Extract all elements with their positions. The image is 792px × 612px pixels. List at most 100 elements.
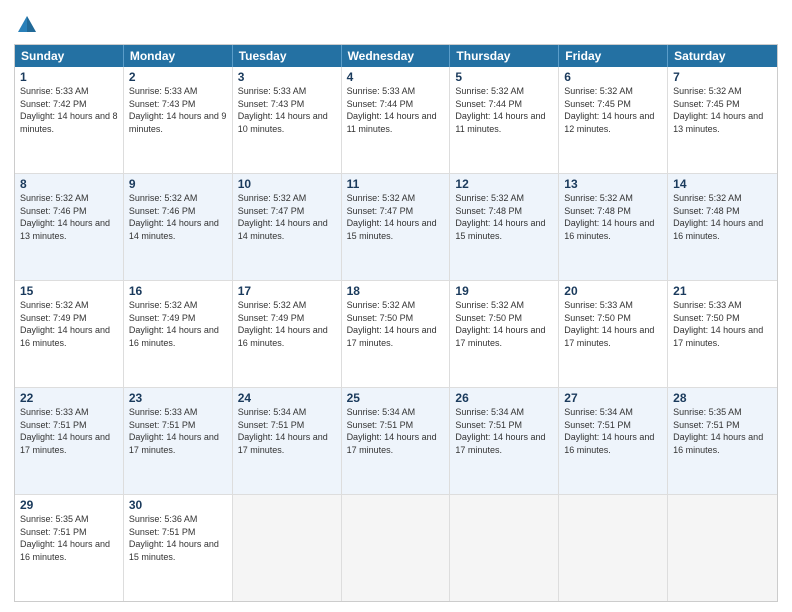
day-cell-29: 29 Sunrise: 5:35 AMSunset: 7:51 PMDaylig… xyxy=(15,495,124,601)
day-cell-30: 30 Sunrise: 5:36 AMSunset: 7:51 PMDaylig… xyxy=(124,495,233,601)
day-number: 14 xyxy=(673,177,772,191)
day-info: Sunrise: 5:33 AMSunset: 7:50 PMDaylight:… xyxy=(564,299,662,349)
day-number: 22 xyxy=(20,391,118,405)
day-cell-28: 28 Sunrise: 5:35 AMSunset: 7:51 PMDaylig… xyxy=(668,388,777,494)
logo xyxy=(14,14,38,36)
day-info: Sunrise: 5:33 AMSunset: 7:43 PMDaylight:… xyxy=(238,85,336,135)
day-info: Sunrise: 5:33 AMSunset: 7:43 PMDaylight:… xyxy=(129,85,227,135)
day-info: Sunrise: 5:32 AMSunset: 7:49 PMDaylight:… xyxy=(129,299,227,349)
page-header xyxy=(14,10,778,36)
day-info: Sunrise: 5:34 AMSunset: 7:51 PMDaylight:… xyxy=(455,406,553,456)
day-number: 2 xyxy=(129,70,227,84)
day-number: 23 xyxy=(129,391,227,405)
day-cell-22: 22 Sunrise: 5:33 AMSunset: 7:51 PMDaylig… xyxy=(15,388,124,494)
day-info: Sunrise: 5:33 AMSunset: 7:51 PMDaylight:… xyxy=(129,406,227,456)
day-number: 18 xyxy=(347,284,445,298)
day-info: Sunrise: 5:33 AMSunset: 7:50 PMDaylight:… xyxy=(673,299,772,349)
day-info: Sunrise: 5:32 AMSunset: 7:47 PMDaylight:… xyxy=(347,192,445,242)
day-number: 9 xyxy=(129,177,227,191)
calendar-row: 29 Sunrise: 5:35 AMSunset: 7:51 PMDaylig… xyxy=(15,495,777,601)
day-cell-2: 2 Sunrise: 5:33 AMSunset: 7:43 PMDayligh… xyxy=(124,67,233,173)
day-cell-5: 5 Sunrise: 5:32 AMSunset: 7:44 PMDayligh… xyxy=(450,67,559,173)
day-cell-1: 1 Sunrise: 5:33 AMSunset: 7:42 PMDayligh… xyxy=(15,67,124,173)
day-cell-6: 6 Sunrise: 5:32 AMSunset: 7:45 PMDayligh… xyxy=(559,67,668,173)
day-cell-25: 25 Sunrise: 5:34 AMSunset: 7:51 PMDaylig… xyxy=(342,388,451,494)
day-cell-3: 3 Sunrise: 5:33 AMSunset: 7:43 PMDayligh… xyxy=(233,67,342,173)
day-cell-9: 9 Sunrise: 5:32 AMSunset: 7:46 PMDayligh… xyxy=(124,174,233,280)
day-number: 19 xyxy=(455,284,553,298)
day-info: Sunrise: 5:32 AMSunset: 7:46 PMDaylight:… xyxy=(20,192,118,242)
day-number: 16 xyxy=(129,284,227,298)
day-number: 17 xyxy=(238,284,336,298)
day-cell-27: 27 Sunrise: 5:34 AMSunset: 7:51 PMDaylig… xyxy=(559,388,668,494)
day-cell-16: 16 Sunrise: 5:32 AMSunset: 7:49 PMDaylig… xyxy=(124,281,233,387)
day-info: Sunrise: 5:33 AMSunset: 7:44 PMDaylight:… xyxy=(347,85,445,135)
day-number: 1 xyxy=(20,70,118,84)
day-cell-21: 21 Sunrise: 5:33 AMSunset: 7:50 PMDaylig… xyxy=(668,281,777,387)
day-info: Sunrise: 5:32 AMSunset: 7:50 PMDaylight:… xyxy=(347,299,445,349)
day-info: Sunrise: 5:32 AMSunset: 7:45 PMDaylight:… xyxy=(564,85,662,135)
header-cell-tuesday: Tuesday xyxy=(233,45,342,67)
day-cell-10: 10 Sunrise: 5:32 AMSunset: 7:47 PMDaylig… xyxy=(233,174,342,280)
logo-icon xyxy=(16,14,38,36)
day-number: 30 xyxy=(129,498,227,512)
day-cell-15: 15 Sunrise: 5:32 AMSunset: 7:49 PMDaylig… xyxy=(15,281,124,387)
day-number: 20 xyxy=(564,284,662,298)
day-cell-24: 24 Sunrise: 5:34 AMSunset: 7:51 PMDaylig… xyxy=(233,388,342,494)
header-cell-wednesday: Wednesday xyxy=(342,45,451,67)
day-info: Sunrise: 5:32 AMSunset: 7:47 PMDaylight:… xyxy=(238,192,336,242)
day-number: 28 xyxy=(673,391,772,405)
day-cell-4: 4 Sunrise: 5:33 AMSunset: 7:44 PMDayligh… xyxy=(342,67,451,173)
day-info: Sunrise: 5:32 AMSunset: 7:50 PMDaylight:… xyxy=(455,299,553,349)
empty-cell xyxy=(559,495,668,601)
calendar-row: 8 Sunrise: 5:32 AMSunset: 7:46 PMDayligh… xyxy=(15,174,777,281)
day-info: Sunrise: 5:35 AMSunset: 7:51 PMDaylight:… xyxy=(20,513,118,563)
empty-cell xyxy=(450,495,559,601)
day-info: Sunrise: 5:32 AMSunset: 7:49 PMDaylight:… xyxy=(238,299,336,349)
calendar-row: 22 Sunrise: 5:33 AMSunset: 7:51 PMDaylig… xyxy=(15,388,777,495)
day-number: 7 xyxy=(673,70,772,84)
day-info: Sunrise: 5:33 AMSunset: 7:51 PMDaylight:… xyxy=(20,406,118,456)
empty-cell xyxy=(668,495,777,601)
day-cell-12: 12 Sunrise: 5:32 AMSunset: 7:48 PMDaylig… xyxy=(450,174,559,280)
header-cell-saturday: Saturday xyxy=(668,45,777,67)
day-number: 27 xyxy=(564,391,662,405)
calendar-header: SundayMondayTuesdayWednesdayThursdayFrid… xyxy=(15,45,777,67)
day-info: Sunrise: 5:34 AMSunset: 7:51 PMDaylight:… xyxy=(238,406,336,456)
day-info: Sunrise: 5:32 AMSunset: 7:45 PMDaylight:… xyxy=(673,85,772,135)
day-cell-11: 11 Sunrise: 5:32 AMSunset: 7:47 PMDaylig… xyxy=(342,174,451,280)
day-cell-7: 7 Sunrise: 5:32 AMSunset: 7:45 PMDayligh… xyxy=(668,67,777,173)
day-cell-18: 18 Sunrise: 5:32 AMSunset: 7:50 PMDaylig… xyxy=(342,281,451,387)
day-info: Sunrise: 5:34 AMSunset: 7:51 PMDaylight:… xyxy=(564,406,662,456)
calendar-body: 1 Sunrise: 5:33 AMSunset: 7:42 PMDayligh… xyxy=(15,67,777,601)
calendar-row: 15 Sunrise: 5:32 AMSunset: 7:49 PMDaylig… xyxy=(15,281,777,388)
day-number: 26 xyxy=(455,391,553,405)
day-number: 3 xyxy=(238,70,336,84)
day-info: Sunrise: 5:36 AMSunset: 7:51 PMDaylight:… xyxy=(129,513,227,563)
day-number: 5 xyxy=(455,70,553,84)
day-number: 11 xyxy=(347,177,445,191)
day-cell-17: 17 Sunrise: 5:32 AMSunset: 7:49 PMDaylig… xyxy=(233,281,342,387)
day-info: Sunrise: 5:32 AMSunset: 7:46 PMDaylight:… xyxy=(129,192,227,242)
day-cell-8: 8 Sunrise: 5:32 AMSunset: 7:46 PMDayligh… xyxy=(15,174,124,280)
day-cell-13: 13 Sunrise: 5:32 AMSunset: 7:48 PMDaylig… xyxy=(559,174,668,280)
calendar-row: 1 Sunrise: 5:33 AMSunset: 7:42 PMDayligh… xyxy=(15,67,777,174)
day-info: Sunrise: 5:35 AMSunset: 7:51 PMDaylight:… xyxy=(673,406,772,456)
header-cell-thursday: Thursday xyxy=(450,45,559,67)
day-number: 6 xyxy=(564,70,662,84)
day-info: Sunrise: 5:32 AMSunset: 7:48 PMDaylight:… xyxy=(564,192,662,242)
day-info: Sunrise: 5:32 AMSunset: 7:49 PMDaylight:… xyxy=(20,299,118,349)
day-number: 29 xyxy=(20,498,118,512)
calendar: SundayMondayTuesdayWednesdayThursdayFrid… xyxy=(14,44,778,602)
day-cell-20: 20 Sunrise: 5:33 AMSunset: 7:50 PMDaylig… xyxy=(559,281,668,387)
day-cell-26: 26 Sunrise: 5:34 AMSunset: 7:51 PMDaylig… xyxy=(450,388,559,494)
day-number: 15 xyxy=(20,284,118,298)
day-cell-23: 23 Sunrise: 5:33 AMSunset: 7:51 PMDaylig… xyxy=(124,388,233,494)
day-number: 13 xyxy=(564,177,662,191)
day-number: 8 xyxy=(20,177,118,191)
day-info: Sunrise: 5:34 AMSunset: 7:51 PMDaylight:… xyxy=(347,406,445,456)
header-cell-friday: Friday xyxy=(559,45,668,67)
day-info: Sunrise: 5:32 AMSunset: 7:44 PMDaylight:… xyxy=(455,85,553,135)
day-info: Sunrise: 5:33 AMSunset: 7:42 PMDaylight:… xyxy=(20,85,118,135)
empty-cell xyxy=(342,495,451,601)
